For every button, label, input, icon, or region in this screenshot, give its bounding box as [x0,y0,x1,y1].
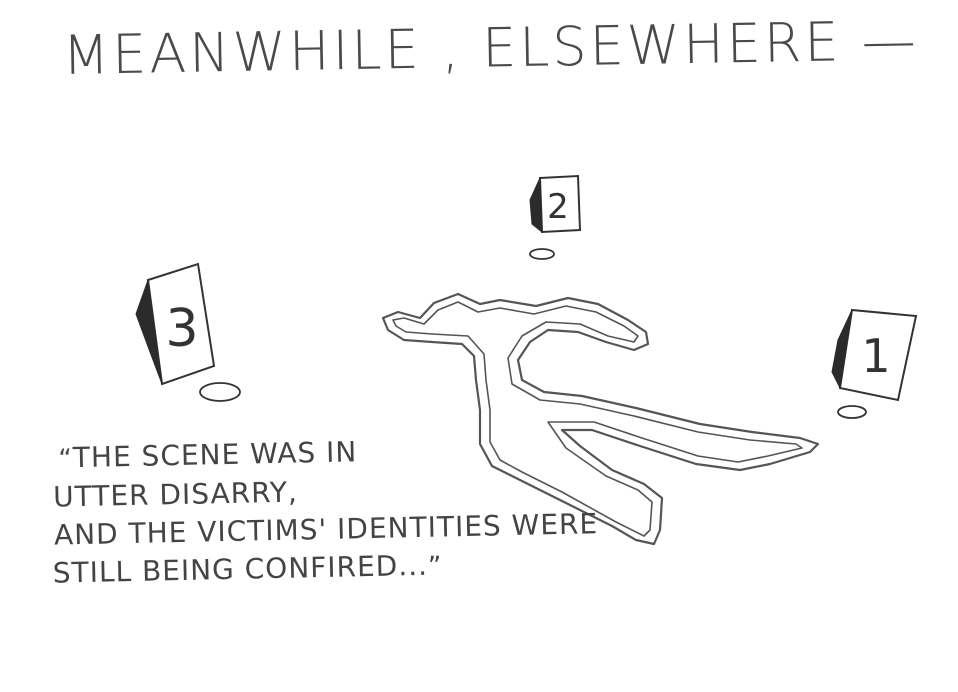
marker-3-label: 3 [165,299,198,359]
marker-1-shadow [837,405,867,419]
caption-open-quote: “ [58,444,74,475]
comic-panel: MEANWHILE , ELSEWHERE — 2 3 1 “THE SCENE… [0,0,958,692]
caption-close-quote: ” [427,551,443,582]
marker-1-label: 1 [861,329,890,383]
marker-3-shadow [199,382,241,402]
evidence-marker-2: 2 [529,174,582,260]
marker-2-label: 2 [547,187,569,227]
narration-caption: “THE SCENE WAS IN UTTER DISARRY, AND THE… [34,428,599,594]
evidence-marker-1: 1 [831,308,918,419]
evidence-marker-3: 3 [135,262,241,402]
marker-2-shadow [529,248,555,260]
